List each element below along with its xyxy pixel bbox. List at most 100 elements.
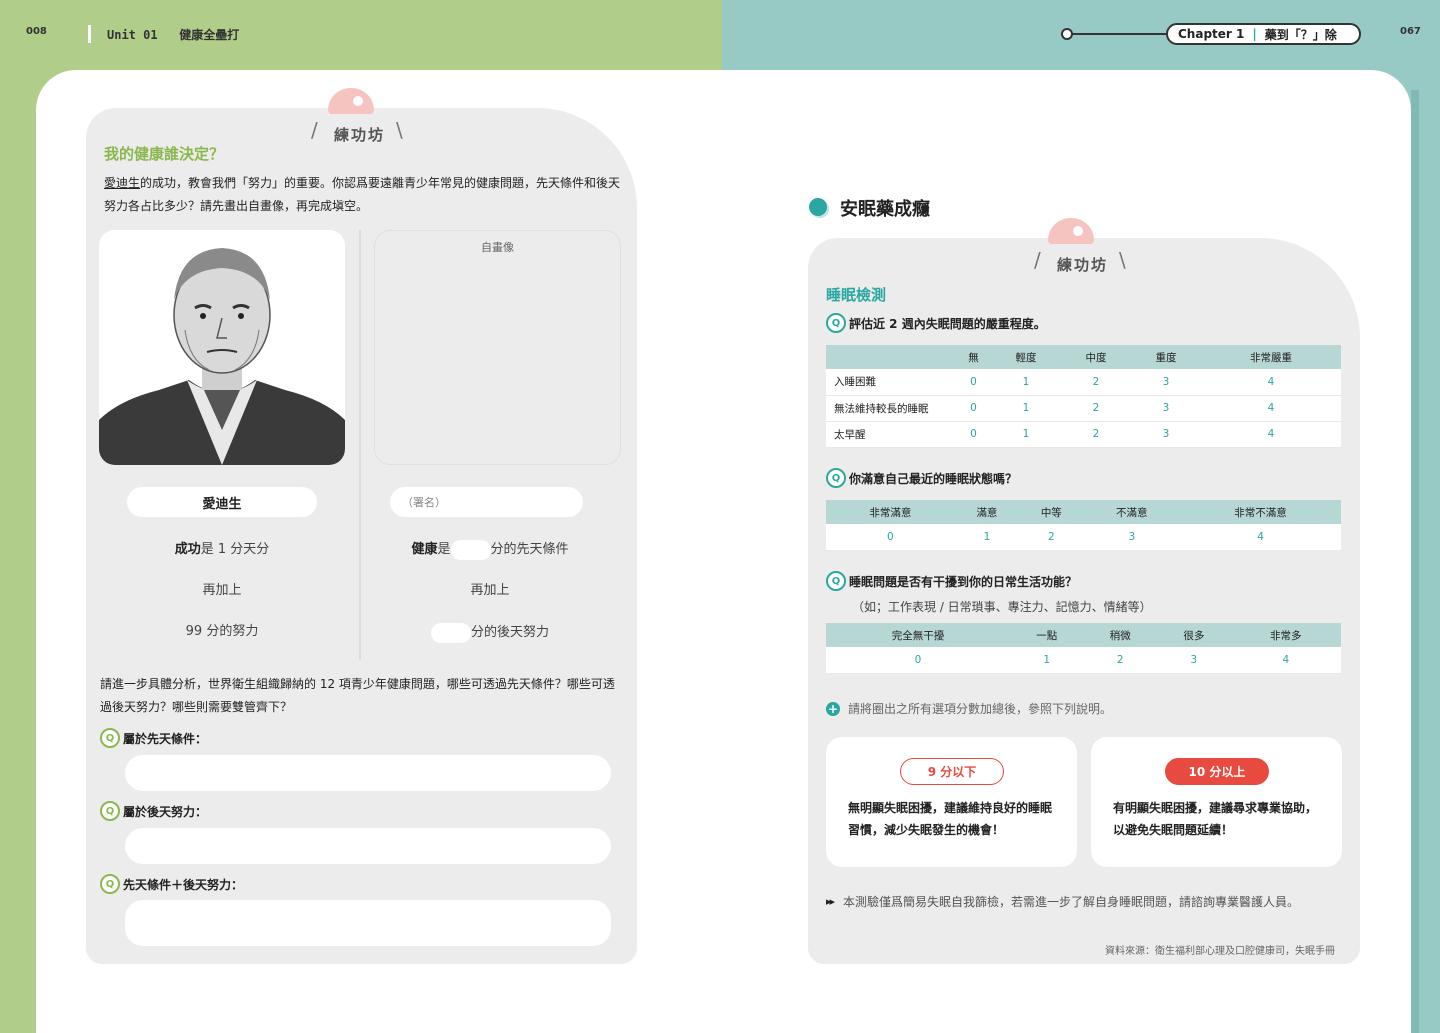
table-header: 很多 <box>1157 623 1231 647</box>
self-portrait-canvas[interactable]: 自畫像 <box>374 230 621 465</box>
score-option[interactable]: 2 <box>1061 421 1131 448</box>
practice-tag: 練功坊 <box>334 126 386 144</box>
result-low-text: 無明顯失眠困擾，建議維持良好的睡眠習慣，減少失眠發生的機會！ <box>848 801 1053 837</box>
score-option[interactable]: 3 <box>1131 421 1201 448</box>
q-icon: Q <box>826 313 846 333</box>
table-header: 非常不滿意 <box>1180 500 1341 524</box>
score-option[interactable]: 4 <box>1201 421 1341 448</box>
chapter-number: Chapter 1 <box>1178 27 1245 41</box>
row-label: 無法維持較長的睡眠 <box>826 395 956 422</box>
innate-score-blank[interactable] <box>450 539 491 560</box>
page-number-right: 067 <box>1400 26 1421 37</box>
question-3-examples: （如；工作表現 / 日常瑣事、專注力、記憶力、情緒等） <box>852 600 1152 614</box>
score-option[interactable]: 2 <box>1019 524 1084 551</box>
double-arrow-icon: ▸▸ <box>826 895 835 908</box>
answer-label-effort: Q 屬於後天努力： <box>100 801 207 821</box>
self-line-1-bold: 健康 <box>411 542 438 557</box>
score-option[interactable]: 0 <box>956 421 991 448</box>
q-icon: Q <box>826 468 846 488</box>
score-option[interactable]: 0 <box>826 647 1010 674</box>
table-row: 0 1 2 3 4 <box>826 647 1341 674</box>
table-header: 非常嚴重 <box>1201 345 1341 369</box>
edison-line-1-text: 是 1 分天分 <box>200 542 270 557</box>
answer-field-innate[interactable] <box>125 755 611 791</box>
clip-hole <box>353 96 363 106</box>
edison-line-1: 成功是 1 分天分 <box>127 538 317 557</box>
score-option[interactable]: 0 <box>956 395 991 422</box>
edison-line-3: 99 分的努力 <box>185 624 259 639</box>
score-option[interactable]: 0 <box>826 524 955 551</box>
page-edge <box>1411 90 1419 1033</box>
table-header-row: 非常滿意 滿意 中等 不滿意 非常不滿意 <box>826 500 1341 524</box>
score-option[interactable]: 4 <box>1180 524 1341 551</box>
score-option[interactable]: 0 <box>956 369 991 396</box>
table-row: 入睡困難 0 1 2 3 4 <box>826 369 1341 396</box>
effort-score-blank[interactable] <box>430 622 471 643</box>
answer-label-text: 屬於先天條件： <box>123 731 208 746</box>
score-option[interactable]: 4 <box>1201 369 1341 396</box>
question-2-text: 你滿意自己最近的睡眠狀態嗎？ <box>849 471 1018 486</box>
table-row: 太早醒 0 1 2 3 4 <box>826 421 1341 448</box>
score-option[interactable]: 3 <box>1131 395 1201 422</box>
table-header-row: 完全無干擾 一點 稍微 很多 非常多 <box>826 623 1341 647</box>
chapter-dot-icon <box>1061 28 1073 40</box>
edison-line-2: 再加上 <box>202 583 242 598</box>
plus-icon: + <box>826 701 840 716</box>
score-option[interactable]: 3 <box>1131 369 1201 396</box>
signature-field[interactable]: （署名） <box>390 487 583 517</box>
interference-table: 完全無干擾 一點 稍微 很多 非常多 0 1 2 3 4 <box>826 623 1341 674</box>
question-1: Q 評估近 2 週內失眠問題的嚴重程度。 <box>826 313 1046 333</box>
table-header: 完全無干擾 <box>826 623 1010 647</box>
unit-label: Unit 01 健康全壘打 <box>107 26 239 43</box>
answer-field-effort[interactable] <box>125 828 611 864</box>
table-row: 無法維持較長的睡眠 0 1 2 3 4 <box>826 395 1341 422</box>
self-line-2: 再加上 <box>470 583 510 598</box>
question-1-text: 評估近 2 週內失眠問題的嚴重程度。 <box>849 316 1046 331</box>
tag-slash-left: / <box>1034 248 1041 272</box>
result-card-low: 9 分以下 無明顯失眠困擾，建議維持良好的睡眠習慣，減少失眠發生的機會！ <box>826 737 1077 867</box>
clip-hole <box>1073 226 1083 236</box>
score-option[interactable]: 2 <box>1061 369 1131 396</box>
score-option[interactable]: 4 <box>1230 647 1341 674</box>
q-icon: Q <box>100 801 120 821</box>
table-header: 非常多 <box>1230 623 1341 647</box>
score-option[interactable]: 3 <box>1157 647 1231 674</box>
row-label: 入睡困難 <box>826 369 956 396</box>
score-option[interactable]: 2 <box>1083 647 1158 674</box>
chapter-pill: Chapter 1 | 藥到「？」除 <box>1166 23 1361 45</box>
score-option[interactable]: 1 <box>991 421 1061 448</box>
source-note: 資料來源：衛生福利部心理及口腔健康司，失眠手冊 <box>1105 946 1335 957</box>
self-line-3: 分的後天努力 <box>380 621 600 643</box>
section-title: 我的健康誰決定？ <box>104 145 225 163</box>
q-icon: Q <box>100 874 120 894</box>
table-header: 非常滿意 <box>826 500 955 524</box>
score-option[interactable]: 4 <box>1201 395 1341 422</box>
self-line-3-text: 分的後天努力 <box>470 625 549 640</box>
answer-label-text: 先天條件＋後天努力： <box>123 877 244 892</box>
score-option[interactable]: 2 <box>1061 395 1131 422</box>
question-3-text: 睡眠問題是否有干擾到你的日常生活功能？ <box>849 574 1078 589</box>
answer-label-text: 屬於後天努力： <box>123 804 208 819</box>
self-line-1-a: 是 <box>437 542 451 557</box>
score-option[interactable]: 1 <box>991 395 1061 422</box>
edison-line-1-bold: 成功 <box>174 542 201 557</box>
score-option[interactable]: 1 <box>991 369 1061 396</box>
unit-number: Unit 01 <box>107 28 158 42</box>
self-line-1-b: 分的先天條件 <box>490 542 569 557</box>
q-icon: Q <box>100 728 120 748</box>
score-option[interactable]: 1 <box>954 524 1020 551</box>
table-header: 一點 <box>1009 623 1084 647</box>
tag-slash-right: \ <box>1119 248 1126 272</box>
table-header: 輕度 <box>991 345 1061 369</box>
edison-portrait <box>99 230 345 465</box>
answer-label-innate: Q 屬於先天條件： <box>100 728 207 748</box>
table-header: 滿意 <box>954 500 1020 524</box>
score-option[interactable]: 1 <box>1009 647 1084 674</box>
answer-field-both[interactable] <box>125 900 611 946</box>
disclaimer: ▸▸ 本測驗僅爲簡易失眠自我篩檢，若需進一步了解自身睡眠問題，請諮詢專業醫護人員… <box>826 893 1299 910</box>
question-3: Q 睡眠問題是否有干擾到你的日常生活功能？ <box>826 571 1077 591</box>
table-header: 稍微 <box>1083 623 1158 647</box>
table-header: 中等 <box>1019 500 1084 524</box>
score-option[interactable]: 3 <box>1083 524 1181 551</box>
satisfaction-table: 非常滿意 滿意 中等 不滿意 非常不滿意 0 1 2 3 4 <box>826 500 1341 551</box>
